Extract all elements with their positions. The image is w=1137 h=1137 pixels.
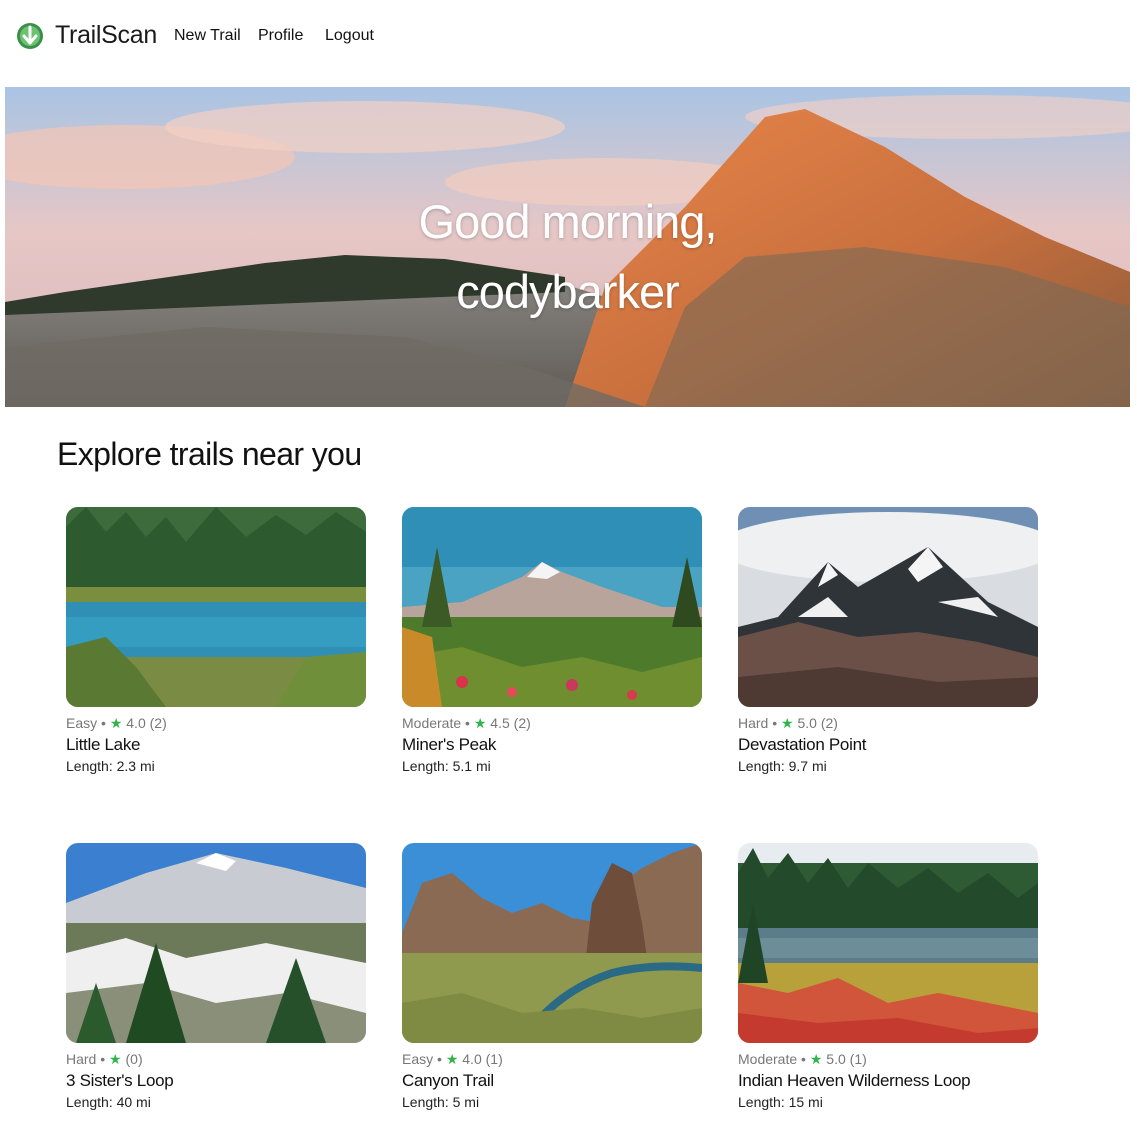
nav-new-trail-link[interactable]: New Trail (174, 27, 241, 45)
review-count: (0) (125, 1051, 143, 1067)
trail-name[interactable]: Indian Heaven Wilderness Loop (738, 1071, 971, 1091)
trail-length: Length: 5.1 mi (402, 758, 491, 774)
hero-greeting: Good morning, codybarker (5, 187, 1130, 327)
rating-value: 5.0 (826, 1051, 846, 1067)
trailscan-logo-icon[interactable] (16, 22, 44, 50)
trail-meta: Easy • ★ 4.0 (1) (402, 1051, 503, 1067)
rating-value: 5.0 (797, 715, 817, 731)
star-icon: ★ (809, 1051, 823, 1067)
rating-value: 4.0 (462, 1051, 482, 1067)
star-icon: ★ (473, 715, 487, 731)
nav-logout-link[interactable]: Logout (325, 27, 374, 45)
review-count: (2) (149, 715, 167, 731)
trail-card[interactable]: Easy • ★ 4.0 (1) Canyon Trail Length: 5 … (402, 843, 702, 1123)
star-icon: ★ (109, 1051, 122, 1067)
trail-photo[interactable] (738, 843, 1038, 1043)
trail-meta: Moderate • ★ 4.5 (2) (402, 715, 531, 731)
star-icon: ★ (109, 715, 123, 731)
trail-card[interactable]: Hard • ★ (0) 3 Sister's Loop Length: 40 … (66, 843, 366, 1123)
trail-length: Length: 15 mi (738, 1094, 823, 1110)
rating-value: 4.5 (490, 715, 510, 731)
nav-profile-link[interactable]: Profile (258, 27, 303, 45)
trail-length: Length: 2.3 mi (66, 758, 155, 774)
trail-photo[interactable] (66, 507, 366, 707)
trail-name[interactable]: Little Lake (66, 735, 141, 755)
trail-meta: Easy • ★ 4.0 (2) (66, 715, 167, 731)
rating-value: 4.0 (126, 715, 146, 731)
difficulty-label: Moderate (738, 1051, 798, 1067)
difficulty-label: Hard (738, 715, 769, 731)
hero-banner: Good morning, codybarker (5, 87, 1130, 407)
trail-photo[interactable] (66, 843, 366, 1043)
review-count: (1) (485, 1051, 503, 1067)
difficulty-label: Moderate (402, 715, 462, 731)
trail-card[interactable]: Easy • ★ 4.0 (2) Little Lake Length: 2.3… (66, 507, 366, 787)
trail-length: Length: 40 mi (66, 1094, 151, 1110)
difficulty-label: Hard (66, 1051, 97, 1067)
trail-photo[interactable] (738, 507, 1038, 707)
trail-name[interactable]: Canyon Trail (402, 1071, 494, 1091)
trail-name[interactable]: 3 Sister's Loop (66, 1071, 174, 1091)
trail-name[interactable]: Devastation Point (738, 735, 866, 755)
trail-meta: Moderate • ★ 5.0 (1) (738, 1051, 867, 1067)
trail-length: Length: 5 mi (402, 1094, 480, 1110)
trail-card[interactable]: Hard • ★ 5.0 (2) Devastation Point Lengt… (738, 507, 1038, 787)
trail-photo[interactable] (402, 507, 702, 707)
star-icon: ★ (445, 1051, 459, 1067)
greeting-line: Good morning, (418, 195, 718, 248)
brand-name[interactable]: TrailScan (55, 21, 157, 50)
section-title: Explore trails near you (57, 436, 362, 472)
review-count: (2) (513, 715, 531, 731)
trail-length: Length: 9.7 mi (738, 758, 827, 774)
difficulty-label: Easy (402, 1051, 434, 1067)
difficulty-label: Easy (66, 715, 98, 731)
star-icon: ★ (781, 715, 794, 731)
username-line: codybarker (456, 265, 680, 318)
trail-meta: Hard • ★ (0) (66, 1051, 143, 1067)
trail-meta: Hard • ★ 5.0 (2) (738, 715, 838, 731)
review-count: (2) (820, 715, 838, 731)
trail-card[interactable]: Moderate • ★ 5.0 (1) Indian Heaven Wilde… (738, 843, 1038, 1123)
trail-card[interactable]: Moderate • ★ 4.5 (2) Miner's Peak Length… (402, 507, 702, 787)
trail-photo[interactable] (402, 843, 702, 1043)
trail-name[interactable]: Miner's Peak (402, 735, 496, 755)
top-navbar: TrailScan New Trail Profile Logout (0, 0, 1137, 80)
review-count: (1) (849, 1051, 867, 1067)
